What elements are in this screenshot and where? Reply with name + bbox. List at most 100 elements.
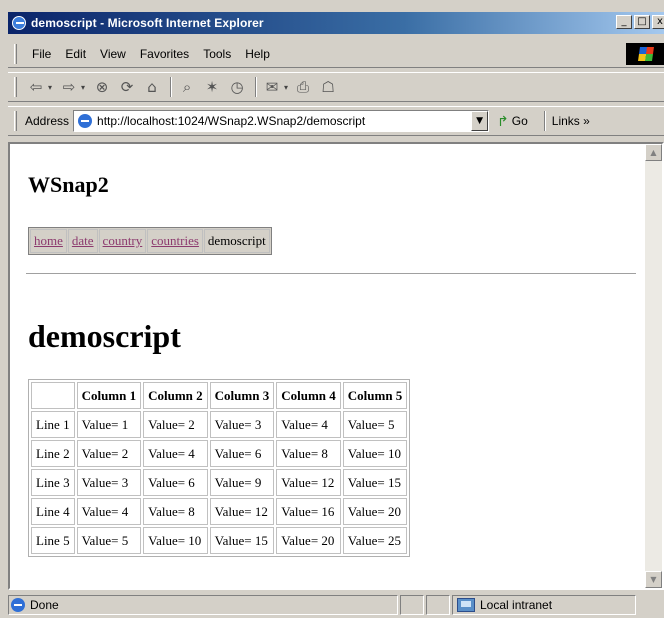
menu-view[interactable]: View xyxy=(93,45,133,63)
go-arrow-icon: ↱ xyxy=(497,112,509,129)
data-table: Column 1 Column 2 Column 3 Column 4 Colu… xyxy=(28,379,411,557)
table-cell: Value= 9 xyxy=(209,469,275,496)
status-text-panel: Done xyxy=(8,595,398,615)
table-cell: Value= 4 xyxy=(76,498,142,525)
windows-logo-throbber xyxy=(626,43,664,65)
table-cell: Value= 4 xyxy=(276,411,341,438)
table-cell: Value= 20 xyxy=(342,498,408,525)
address-label: Address xyxy=(25,114,70,128)
address-input[interactable]: http://localhost:1024/WSnap2.WSnap2/demo… xyxy=(73,110,490,132)
table-cell: Value= 15 xyxy=(342,469,408,496)
menu-help[interactable]: Help xyxy=(238,45,277,63)
windows-logo-icon xyxy=(638,47,654,61)
table-cell: Value= 3 xyxy=(209,411,275,438)
forward-dropdown-icon[interactable]: ▾ xyxy=(81,83,85,92)
status-bar: Done Local intranet xyxy=(8,594,664,616)
title-bar[interactable]: demoscript - Microsoft Internet Explorer… xyxy=(8,12,664,34)
table-cell: Value= 2 xyxy=(143,411,208,438)
nav-link-country[interactable]: country xyxy=(103,233,143,248)
table-cell: Value= 8 xyxy=(143,498,208,525)
table-row: Line 4 Value= 4 Value= 8 Value= 12 Value… xyxy=(31,498,408,525)
forward-icon[interactable]: ⇨ xyxy=(58,76,80,98)
table-header-row: Column 1 Column 2 Column 3 Column 4 Colu… xyxy=(31,382,408,409)
table-cell: Value= 8 xyxy=(276,440,341,467)
home-icon[interactable]: ⌂ xyxy=(141,76,163,98)
nav-link-countries[interactable]: countries xyxy=(151,233,199,248)
nav-cell-countries: countries xyxy=(147,229,203,253)
scroll-up-icon[interactable]: ▲ xyxy=(645,144,662,161)
status-zone-panel[interactable]: Local intranet xyxy=(452,595,636,615)
table-cell: Value= 5 xyxy=(342,411,408,438)
go-label: Go xyxy=(511,114,528,128)
maximize-button[interactable]: □ xyxy=(634,15,650,29)
table-cell: Value= 20 xyxy=(276,527,341,554)
minimize-button[interactable]: _ xyxy=(616,15,632,29)
links-separator xyxy=(543,111,546,131)
table-cell: Value= 12 xyxy=(209,498,275,525)
toolbar-separator xyxy=(170,77,173,97)
menu-bar: File Edit View Favorites Tools Help xyxy=(8,40,664,68)
scroll-down-icon[interactable]: ▼ xyxy=(645,571,662,588)
back-icon[interactable]: ⇦ xyxy=(25,76,47,98)
links-label[interactable]: Links » xyxy=(552,114,590,128)
table-cell: Value= 2 xyxy=(76,440,142,467)
table-row: Line 5 Value= 5 Value= 10 Value= 15 Valu… xyxy=(31,527,408,554)
table-cell: Value= 3 xyxy=(76,469,142,496)
vertical-scrollbar[interactable]: ▲ ▼ xyxy=(645,144,662,588)
page-status-icon xyxy=(11,598,25,612)
close-button[interactable]: x xyxy=(652,15,664,29)
site-title: WSnap2 xyxy=(28,172,109,197)
menubar-grip[interactable] xyxy=(14,43,17,64)
table-header: Column 2 xyxy=(143,382,208,409)
refresh-icon[interactable]: ⟳ xyxy=(116,76,138,98)
table-row: Line 3 Value= 3 Value= 6 Value= 9 Value=… xyxy=(31,469,408,496)
status-zone: Local intranet xyxy=(480,598,553,612)
menu-favorites[interactable]: Favorites xyxy=(133,45,196,63)
toolbar-grip[interactable] xyxy=(14,77,17,97)
search-icon[interactable]: ⌕ xyxy=(176,76,198,98)
go-button[interactable]: ↱ Go xyxy=(497,113,528,130)
menu-edit[interactable]: Edit xyxy=(58,45,93,63)
print-icon[interactable]: ⎙ xyxy=(292,76,314,98)
status-progress-panel xyxy=(400,595,424,615)
stop-icon[interactable]: ⊗ xyxy=(91,76,113,98)
addressbar-grip[interactable] xyxy=(14,111,17,131)
mail-icon[interactable]: ✉ xyxy=(261,76,283,98)
local-intranet-icon xyxy=(457,598,475,612)
table-header: Column 1 xyxy=(76,382,142,409)
table-cell: Value= 16 xyxy=(276,498,341,525)
table-cell: Value= 1 xyxy=(76,411,142,438)
nav-link-home[interactable]: home xyxy=(34,233,63,248)
table-header-corner xyxy=(31,382,75,409)
address-url[interactable]: http://localhost:1024/WSnap2.WSnap2/demo… xyxy=(97,114,365,128)
nav-link-date[interactable]: date xyxy=(72,233,94,248)
page-heading: demoscript xyxy=(28,318,181,354)
browser-window: demoscript - Microsoft Internet Explorer… xyxy=(0,0,664,618)
mail-dropdown-icon[interactable]: ▾ xyxy=(284,83,288,92)
back-dropdown-icon[interactable]: ▾ xyxy=(48,83,52,92)
nav-cell-home: home xyxy=(30,229,67,253)
toolbar-separator xyxy=(255,77,258,97)
page-icon xyxy=(77,113,93,129)
history-icon[interactable]: ◷ xyxy=(226,76,248,98)
links-toolbar[interactable]: Links » xyxy=(543,111,590,131)
menu-tools[interactable]: Tools xyxy=(196,45,238,63)
row-label: Line 4 xyxy=(31,498,75,525)
row-label: Line 2 xyxy=(31,440,75,467)
table-cell: Value= 25 xyxy=(342,527,408,554)
status-text: Done xyxy=(30,598,59,612)
favorites-icon[interactable]: ✶ xyxy=(201,76,223,98)
content-viewport[interactable]: WSnap2 home date country countries demos… xyxy=(8,142,664,590)
discuss-icon[interactable]: ☖ xyxy=(317,76,339,98)
table-header: Column 5 xyxy=(342,382,408,409)
nav-cell-country: country xyxy=(98,229,147,253)
table-cell: Value= 4 xyxy=(143,440,208,467)
table-cell: Value= 10 xyxy=(342,440,408,467)
row-label: Line 5 xyxy=(31,527,75,554)
address-dropdown-icon[interactable]: ▼ xyxy=(471,111,489,131)
standard-toolbar: ⇦ ▾ ⇨ ▾ ⊗ ⟳ ⌂ ⌕ ✶ ◷ ✉ ▾ ⎙ ☖ xyxy=(8,72,664,102)
internet-explorer-icon[interactable] xyxy=(11,15,27,31)
menu-file[interactable]: File xyxy=(25,45,58,63)
nav-cell-current: demoscript xyxy=(203,229,270,253)
row-label: Line 1 xyxy=(31,411,75,438)
